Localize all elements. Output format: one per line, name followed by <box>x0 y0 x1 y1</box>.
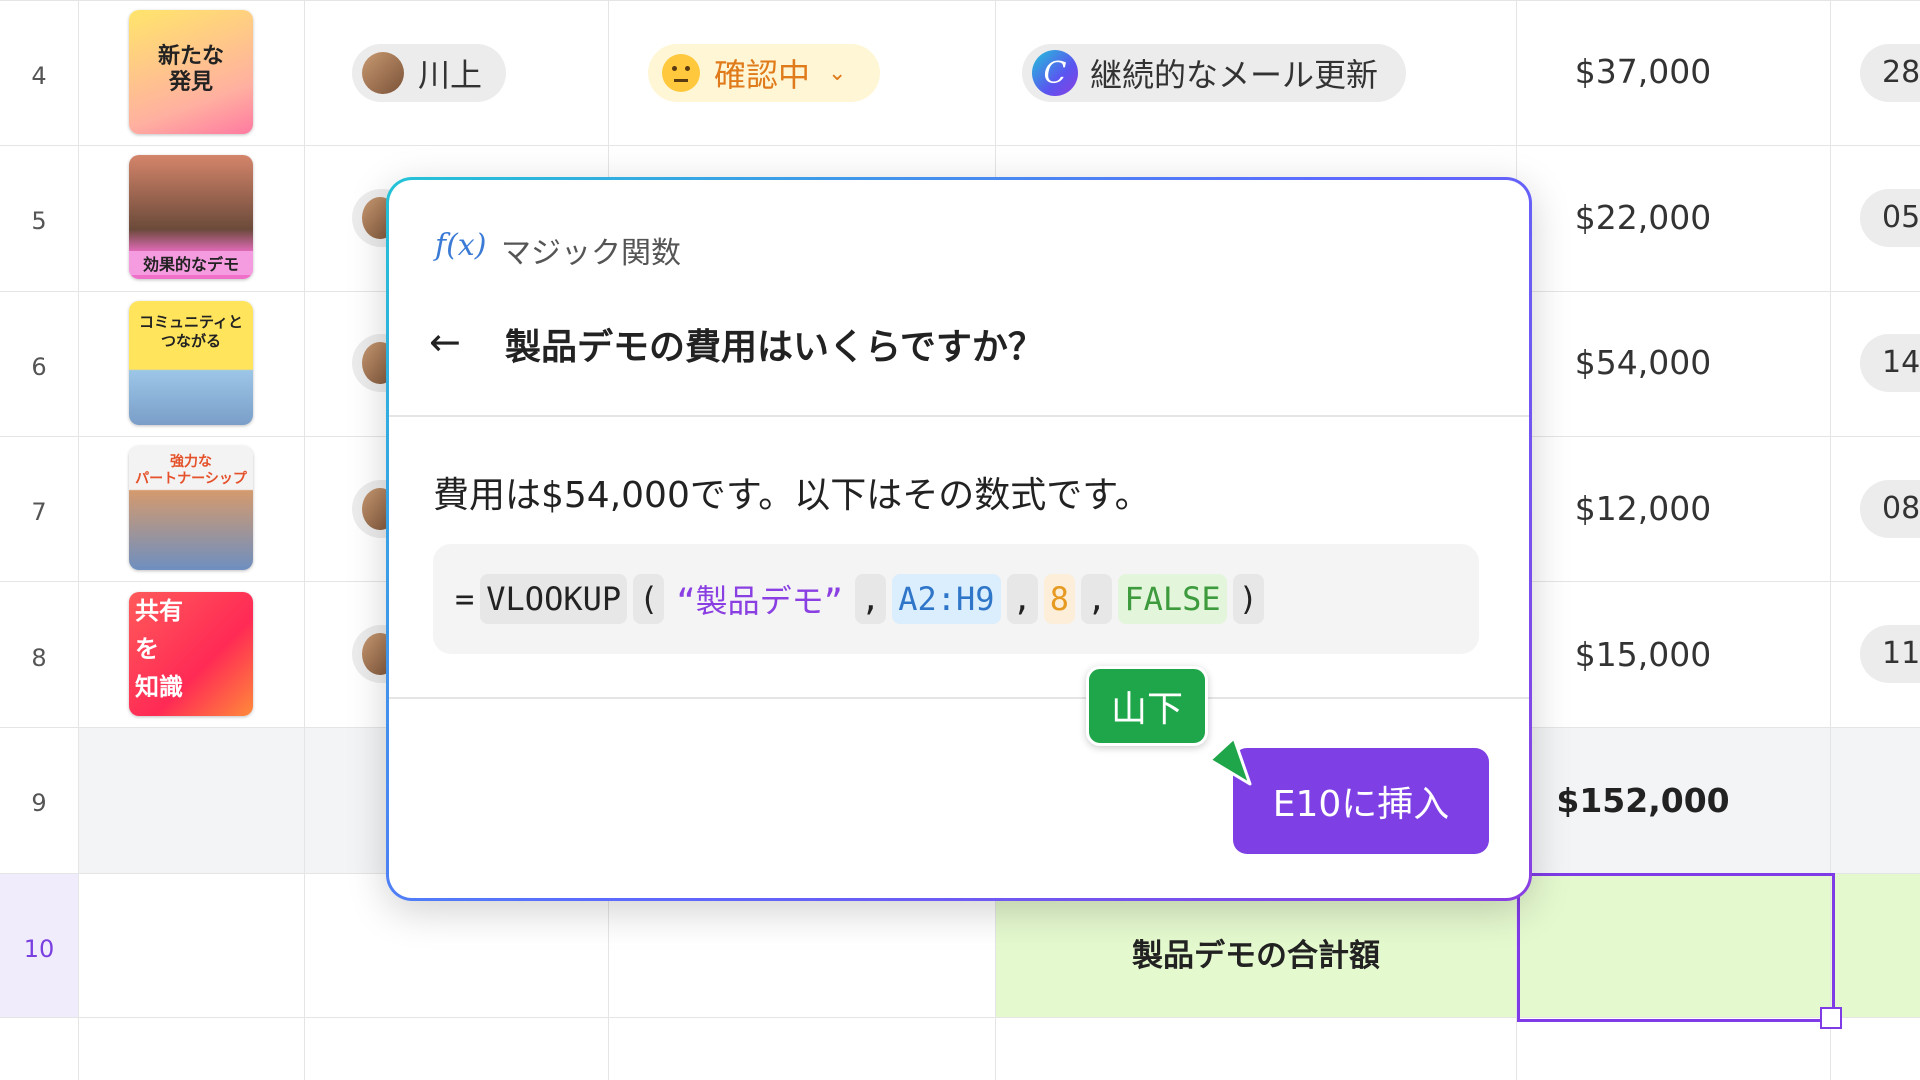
row-number[interactable]: 8 <box>0 644 78 672</box>
magic-function-dialog: f(x) マジック関数 ← 製品デモの費用はいくらですか？ 費用は$54,000… <box>386 177 1532 901</box>
date-chip[interactable]: 11 <box>1860 625 1920 683</box>
thumbnail-caption: コミュニティと つながる <box>138 313 244 350</box>
campaign-name: 継続的なメール更新 <box>1090 56 1379 94</box>
fill-handle[interactable] <box>1820 1007 1842 1029</box>
person-name: 川上 <box>418 56 483 94</box>
row-number[interactable]: 10 <box>0 935 78 963</box>
thumbnail-new-discovery[interactable]: 新たな 発見 <box>129 10 253 134</box>
amount-cell[interactable]: $22,000 <box>1518 198 1768 237</box>
formula-comma: , <box>854 574 887 624</box>
formula-function: VLOOKUP <box>480 574 628 624</box>
row-number[interactable]: 6 <box>0 353 78 381</box>
question-text: 製品デモの費用はいくらですか？ <box>505 327 1044 368</box>
answer-text: 費用は$54,000です。以下はその数式です。 <box>433 475 1151 516</box>
thinking-face-icon <box>662 54 700 92</box>
grid-line <box>0 0 1920 1</box>
thumbnail-caption: 新たな 発見 <box>157 44 224 95</box>
row-number[interactable]: 9 <box>0 789 78 817</box>
formula-open-paren: ( <box>633 574 665 624</box>
formula-range-arg: A2:H9 <box>892 574 1001 624</box>
amount-cell[interactable]: $54,000 <box>1518 343 1768 382</box>
grid-line <box>304 0 305 1080</box>
thumbnail-effective-demo[interactable]: 効果的なデモ <box>129 155 253 279</box>
formula-comma: , <box>1006 574 1038 624</box>
formula-close-paren: ) <box>1232 574 1264 624</box>
collaborator-cursor-icon <box>1208 736 1252 786</box>
thumbnail-partnership[interactable]: 強力な パートナーシップ <box>129 446 253 570</box>
thumbnail-share-knowledge[interactable]: 共有 を 知識 <box>129 592 253 716</box>
date-chip[interactable]: 08 <box>1860 480 1920 538</box>
formula-number-arg: 8 <box>1043 574 1076 624</box>
formula-boolean-arg: FALSE <box>1118 574 1227 624</box>
back-arrow-icon[interactable]: ← <box>429 320 479 364</box>
grid-line <box>0 145 1920 146</box>
status-label: 確認中 <box>714 56 811 94</box>
total-amount-cell[interactable]: $152,000 <box>1518 781 1768 820</box>
selected-cell-e10[interactable] <box>1517 873 1835 1022</box>
date-chip[interactable]: 14 <box>1860 334 1920 392</box>
formula-string-arg: “製品デモ” <box>676 582 843 620</box>
thumbnail-community[interactable]: コミュニティと つながる <box>129 301 253 425</box>
canva-c-icon: C <box>1032 50 1078 96</box>
divider <box>389 415 1529 417</box>
row-number[interactable]: 4 <box>0 62 78 90</box>
collaborator-name-tag: 山下 <box>1086 666 1209 746</box>
chevron-down-icon: ⌄ <box>828 60 847 86</box>
function-icon: f(x) <box>435 228 487 263</box>
formula-box[interactable]: = VLOOKUP ( “製品デモ” , A2:H9 , 8 , FALSE ) <box>433 544 1479 654</box>
grid-line <box>78 0 79 1080</box>
person-pill[interactable]: 川上 <box>352 44 506 102</box>
thumbnail-caption: 強力な パートナーシップ <box>135 454 247 487</box>
formula-comma: , <box>1081 574 1113 624</box>
insert-into-cell-button[interactable]: E10に挿入 <box>1233 748 1489 854</box>
avatar <box>362 52 404 94</box>
date-chip[interactable]: 05 <box>1860 189 1920 247</box>
status-dropdown[interactable]: 確認中 ⌄ <box>648 44 880 102</box>
row-number[interactable]: 7 <box>0 498 78 526</box>
formula-equals: = <box>455 580 475 618</box>
amount-cell[interactable]: $37,000 <box>1518 52 1768 91</box>
amount-cell[interactable]: $12,000 <box>1518 489 1768 528</box>
thumbnail-caption: 共有 を 知識 <box>135 597 183 701</box>
row-number[interactable]: 5 <box>0 207 78 235</box>
amount-cell[interactable]: $15,000 <box>1518 635 1768 674</box>
thumbnail-caption: 効果的なデモ <box>129 251 253 275</box>
divider <box>389 697 1529 699</box>
dialog-title: マジック関数 <box>501 236 681 271</box>
date-chip[interactable]: 28 <box>1860 44 1920 102</box>
total-label: 製品デモの合計額 <box>1132 938 1380 974</box>
campaign-pill[interactable]: C 継続的なメール更新 <box>1022 44 1406 102</box>
